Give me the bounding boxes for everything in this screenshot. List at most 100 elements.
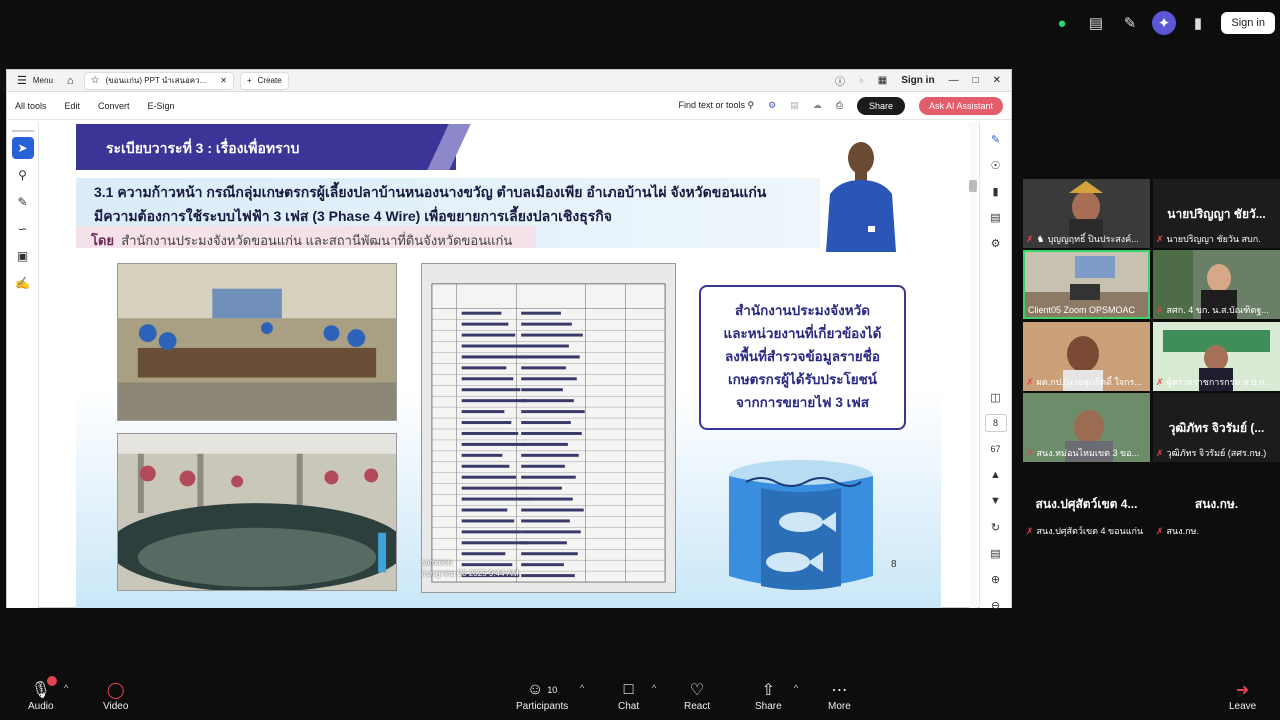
participant-tile[interactable]: วุฒิภัทร จิวรัมย์ (... ✗ วุฒิภัทร จิวรัมย… xyxy=(1153,393,1280,462)
upload-icon[interactable]: ☁ xyxy=(813,100,822,111)
text-box-icon[interactable]: ▣ xyxy=(12,245,34,267)
shield-icon[interactable]: ● xyxy=(1050,11,1074,35)
thumbnail-icon[interactable]: ◫ xyxy=(985,388,1007,406)
close-tab-icon[interactable]: ✕ xyxy=(220,76,227,85)
apps-grid-icon[interactable]: ▦ xyxy=(878,75,887,86)
save-copy-icon[interactable]: ▤ xyxy=(985,544,1007,562)
convert-button[interactable]: Convert xyxy=(98,101,130,111)
search-icon: ⚲ xyxy=(747,100,755,110)
participant-tile[interactable]: นายปริญญา ชัยวั... ✗ นายปริญญา ชัยวัน สบก… xyxy=(1153,179,1280,248)
zoom-tool-icon[interactable]: ⚲ xyxy=(12,164,34,186)
plus-icon: + xyxy=(246,76,252,85)
participant-tile[interactable]: ✗ ผต.กป.(นายสุภกิตติ์ ใจกร... xyxy=(1023,322,1150,391)
whiteboard-icon[interactable]: ✎ xyxy=(1118,11,1142,35)
close-window-icon[interactable]: ✕ xyxy=(993,75,1001,86)
stamp-icon[interactable]: ✍ xyxy=(12,272,34,294)
video-button[interactable]: ◯ Video xyxy=(103,679,128,712)
acrobat-toolbar: All tools Edit Convert E-Sign Find text … xyxy=(7,92,1011,120)
create-tab-button[interactable]: + Create xyxy=(239,71,289,90)
fish-tank-icon xyxy=(729,460,873,590)
participant-tile[interactable]: สนง.กษ. ✗ สนง.กษ. xyxy=(1153,471,1280,540)
apps-icon[interactable]: ▮ xyxy=(1186,11,1210,35)
chat-button[interactable]: □ Chat xyxy=(618,679,639,712)
participants-options-caret[interactable]: ^ xyxy=(580,683,584,693)
participant-name: วุฒิภัทร จิวรัมย์ (สศร.กษ.) xyxy=(1166,448,1267,458)
star-icon[interactable]: ☆ xyxy=(91,75,100,86)
leave-label: Leave xyxy=(1229,701,1257,712)
esign-button[interactable]: E-Sign xyxy=(148,101,175,111)
by-label: โดย xyxy=(91,233,115,248)
participant-big-name: นายปริญญา ชัยวั... xyxy=(1167,207,1266,221)
share-screen-button[interactable]: ⇧ Share xyxy=(755,679,782,712)
leave-icon: ➜ xyxy=(1235,682,1250,699)
minimize-icon[interactable]: — xyxy=(949,75,959,86)
draw-icon[interactable]: ∽ xyxy=(12,218,34,240)
sign-in-link[interactable]: Sign in xyxy=(901,75,934,86)
ai-icon[interactable]: ☉ xyxy=(985,156,1007,174)
all-tools-button[interactable]: All tools xyxy=(15,101,47,111)
participant-tile-active[interactable]: Client05 Zoom OPSMOAC xyxy=(1023,250,1150,319)
page-up-icon[interactable]: ▲ xyxy=(985,466,1007,484)
tab-title: (ขอนแก่น) PPT นำเสนอคว... xyxy=(105,76,207,85)
highlight-pen-icon[interactable]: ✎ xyxy=(12,191,34,213)
mic-off-icon: ✗ xyxy=(1156,525,1164,536)
mic-off-icon: ✗ xyxy=(1156,376,1164,387)
ask-ai-button[interactable]: Ask AI Assistant xyxy=(918,96,1003,115)
leave-button[interactable]: ➜ Leave xyxy=(1229,679,1256,712)
audio-options-caret[interactable]: ^ xyxy=(64,683,68,693)
participant-tile[interactable]: สนง.ปศุสัตว์เขต 4... ✗ สนง.ปศุสัตว์เขต 4 … xyxy=(1023,471,1150,540)
participants-label: Participants xyxy=(516,701,569,712)
slide-line-1: 3.1 ความก้าวหน้า กรณีกลุ่มเกษตรกรผู้เลี้… xyxy=(94,184,767,200)
participant-tile[interactable]: ✗ สศก. 4 ขก. น.ส.บัณฑิตฐ... xyxy=(1153,250,1280,319)
comment-icon[interactable]: ✎ xyxy=(985,130,1007,148)
help-icon[interactable]: ⓘ xyxy=(835,73,845,88)
edit-button[interactable]: Edit xyxy=(65,101,81,111)
notes-icon[interactable]: ▤ xyxy=(1084,11,1108,35)
left-tool-rail: ➤ ⚲ ✎ ∽ ▣ ✍ xyxy=(7,122,39,608)
bell-icon[interactable]: ♭ xyxy=(859,75,864,86)
microphone-muted-icon: 🎙 xyxy=(31,676,57,701)
tile-label: ✗ ผต.กป.(นายสุภกิตติ์ ใจกร... xyxy=(1026,375,1142,389)
zoom-out-icon[interactable]: ⊖ xyxy=(985,596,1007,614)
save-icon[interactable]: ▤ xyxy=(790,100,799,111)
participants-button[interactable]: ☺ 10 Participants xyxy=(516,679,568,712)
participant-tile[interactable]: ✗ ผู้ตรวจราชการกรม ส.ป.ก... xyxy=(1153,322,1280,391)
info-line: ลงพื้นที่สำรวจข้อมูลรายชื่อ xyxy=(725,349,880,364)
page-down-icon[interactable]: ▼ xyxy=(985,492,1007,510)
participant-name: สศก. 4 ขก. น.ส.บัณฑิตฐ... xyxy=(1166,305,1269,315)
rotate-icon[interactable]: ↻ xyxy=(985,518,1007,536)
bookmark-icon[interactable]: ▮ xyxy=(985,182,1007,200)
print-icon[interactable]: ⎙ xyxy=(836,100,843,111)
settings-icon[interactable]: ⚙ xyxy=(985,234,1007,252)
participant-big-name: วุฒิภัทร จิวรัมย์ (... xyxy=(1168,421,1265,435)
chat-options-caret[interactable]: ^ xyxy=(652,683,656,693)
ai-companion-icon[interactable]: ✦ xyxy=(1152,11,1176,35)
share-button[interactable]: Share xyxy=(856,96,905,115)
share-options-caret[interactable]: ^ xyxy=(794,683,798,693)
tile-label: ✗ สนง.ปศุสัตว์เขต 4 ขอนแก่น xyxy=(1026,524,1143,538)
maximize-icon[interactable]: □ xyxy=(973,75,979,86)
audio-button[interactable]: 🎙 Audio xyxy=(28,676,57,712)
home-icon[interactable]: ⌂ xyxy=(63,75,78,87)
react-button[interactable]: ♡ React xyxy=(684,679,710,712)
translate-icon[interactable]: ⚙ xyxy=(768,100,776,111)
document-timestamp: samreon กรกฎาคม 20 2025 9:44 AM xyxy=(421,558,519,580)
participant-big-name: สนง.กษ. xyxy=(1194,497,1239,511)
find-button[interactable]: Find text or tools ⚲ xyxy=(679,100,755,111)
pages-icon[interactable]: ▤ xyxy=(985,208,1007,226)
fish-pond-photo xyxy=(117,433,397,591)
participant-tile[interactable]: ✗ ♞ บุญญฤทธิ์ ปินประสงค์... xyxy=(1023,179,1150,248)
page-input[interactable]: 8 xyxy=(984,414,1007,432)
document-tab[interactable]: ☆ (ขอนแก่น) PPT นำเสนอคว... ✕ xyxy=(83,71,234,90)
vertical-scrollbar[interactable] xyxy=(969,122,977,608)
tile-label: Client05 Zoom OPSMOAC xyxy=(1028,305,1135,315)
participants-count: 10 xyxy=(547,685,558,695)
more-button[interactable]: ⋯ More xyxy=(828,679,851,712)
sign-in-button[interactable]: Sign in xyxy=(1221,12,1275,34)
select-cursor-icon[interactable]: ➤ xyxy=(11,137,34,159)
menu-button[interactable]: ☰ Menu xyxy=(7,74,63,87)
participant-tile[interactable]: ✗ สนง.หม่อนไหมเขต 3 ขอ... xyxy=(1023,393,1150,462)
find-label: Find text or tools xyxy=(678,100,746,110)
zoom-in-icon[interactable]: ⊕ xyxy=(985,570,1007,588)
scrollbar-thumb[interactable] xyxy=(969,180,977,192)
